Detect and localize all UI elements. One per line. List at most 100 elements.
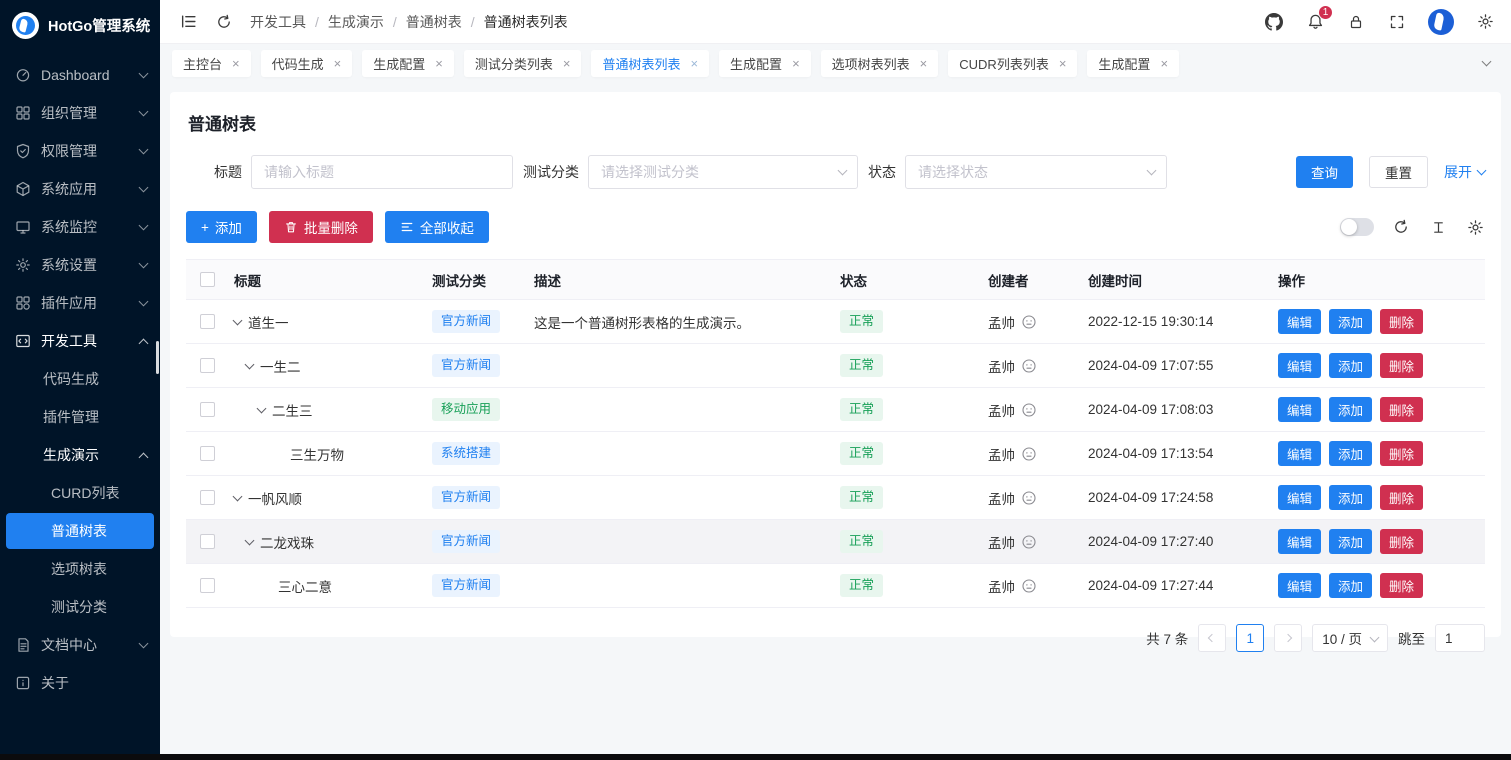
row-checkbox[interactable] <box>200 490 215 505</box>
row-checkbox[interactable] <box>200 358 215 373</box>
close-icon[interactable]: × <box>920 57 928 70</box>
edit-button[interactable]: 编辑 <box>1278 353 1321 378</box>
add-child-button[interactable]: 添加 <box>1329 529 1372 554</box>
collapse-row-icon[interactable] <box>233 315 243 325</box>
sidebar-item-system-app[interactable]: 系统应用 <box>0 170 160 208</box>
sidebar-item-permission[interactable]: 权限管理 <box>0 132 160 170</box>
sidebar-item-system-settings[interactable]: 系统设置 <box>0 246 160 284</box>
expand-filters-link[interactable]: 展开 <box>1444 162 1485 182</box>
edit-button[interactable]: 编辑 <box>1278 309 1321 334</box>
edit-button[interactable]: 编辑 <box>1278 529 1321 554</box>
github-button[interactable] <box>1264 12 1284 32</box>
sidebar-scrollbar[interactable] <box>156 341 159 374</box>
sidebar-item-normal-tree-table[interactable]: 普通树表 <box>6 513 154 549</box>
tab-cudr-list[interactable]: CUDR列表列表× <box>948 50 1077 77</box>
collapse-all-button[interactable]: 全部收起 <box>385 211 489 243</box>
sidebar-item-code-generation[interactable]: 代码生成 <box>0 360 160 398</box>
status-filter-select[interactable]: 请选择状态 <box>905 155 1167 189</box>
prev-page-button[interactable] <box>1198 624 1226 652</box>
delete-button[interactable]: 删除 <box>1380 397 1423 422</box>
page-reload-button[interactable] <box>214 12 234 32</box>
collapse-row-icon[interactable] <box>245 535 255 545</box>
delete-button[interactable]: 删除 <box>1380 309 1423 334</box>
sidebar-item-plugin-management[interactable]: 插件管理 <box>0 398 160 436</box>
row-checkbox[interactable] <box>200 578 215 593</box>
sidebar-item-plugin-app[interactable]: 插件应用 <box>0 284 160 322</box>
close-icon[interactable]: × <box>1059 57 1067 70</box>
tab-code-generation[interactable]: 代码生成× <box>261 50 353 77</box>
fullscreen-button[interactable] <box>1387 12 1407 32</box>
edit-button[interactable]: 编辑 <box>1278 573 1321 598</box>
tab-test-category-list[interactable]: 测试分类列表× <box>464 50 582 77</box>
sidebar-item-dashboard[interactable]: Dashboard <box>0 56 160 94</box>
user-avatar[interactable] <box>1428 9 1454 35</box>
collapse-row-icon[interactable] <box>245 359 255 369</box>
collapse-row-icon[interactable] <box>233 491 243 501</box>
category-filter-select[interactable]: 请选择测试分类 <box>588 155 858 189</box>
close-icon[interactable]: × <box>334 57 342 70</box>
tab-option-tree-list[interactable]: 选项树表列表× <box>821 50 939 77</box>
breadcrumb-item[interactable]: 生成演示 <box>328 12 384 32</box>
delete-button[interactable]: 删除 <box>1380 441 1423 466</box>
tab-normal-tree-list[interactable]: 普通树表列表× <box>591 50 709 77</box>
add-child-button[interactable]: 添加 <box>1329 441 1372 466</box>
delete-button[interactable]: 删除 <box>1380 529 1423 554</box>
tab-generate-config-3[interactable]: 生成配置× <box>1087 50 1179 77</box>
delete-button[interactable]: 删除 <box>1380 485 1423 510</box>
striped-toggle[interactable] <box>1340 218 1374 236</box>
column-settings-button[interactable] <box>1465 217 1485 237</box>
add-button[interactable]: + 添加 <box>186 211 257 243</box>
add-child-button[interactable]: 添加 <box>1329 573 1372 598</box>
add-child-button[interactable]: 添加 <box>1329 309 1372 334</box>
sidebar-item-system-monitor[interactable]: 系统监控 <box>0 208 160 246</box>
close-icon[interactable]: × <box>435 57 443 70</box>
close-icon[interactable]: × <box>690 57 698 70</box>
sidebar-collapse-button[interactable] <box>178 12 198 32</box>
close-icon[interactable]: × <box>563 57 571 70</box>
search-button[interactable]: 查询 <box>1296 156 1353 188</box>
row-checkbox[interactable] <box>200 314 215 329</box>
title-filter-input[interactable] <box>251 155 513 189</box>
select-all-checkbox[interactable] <box>200 272 215 287</box>
tabs-dropdown-button[interactable] <box>1473 61 1499 65</box>
collapse-row-icon[interactable] <box>257 403 267 413</box>
page-number-button[interactable]: 1 <box>1236 624 1264 652</box>
close-icon[interactable]: × <box>232 57 240 70</box>
sidebar-item-organization[interactable]: 组织管理 <box>0 94 160 132</box>
tab-console[interactable]: 主控台× <box>172 50 251 77</box>
sidebar-item-about[interactable]: 关于 <box>0 664 160 702</box>
sidebar-item-test-category[interactable]: 测试分类 <box>0 588 160 626</box>
add-child-button[interactable]: 添加 <box>1329 353 1372 378</box>
page-size-select[interactable]: 10 / 页 <box>1312 624 1388 652</box>
row-density-button[interactable] <box>1428 217 1448 237</box>
sidebar-item-generation-demo[interactable]: 生成演示 <box>0 436 160 474</box>
edit-button[interactable]: 编辑 <box>1278 485 1321 510</box>
add-child-button[interactable]: 添加 <box>1329 485 1372 510</box>
breadcrumb-item[interactable]: 开发工具 <box>250 12 306 32</box>
delete-button[interactable]: 删除 <box>1380 353 1423 378</box>
notification-button[interactable]: 1 <box>1305 12 1325 32</box>
add-child-button[interactable]: 添加 <box>1329 397 1372 422</box>
close-icon[interactable]: × <box>1160 57 1168 70</box>
row-checkbox[interactable] <box>200 402 215 417</box>
batch-delete-button[interactable]: 批量删除 <box>269 211 373 243</box>
edit-button[interactable]: 编辑 <box>1278 397 1321 422</box>
sidebar-item-option-tree-table[interactable]: 选项树表 <box>0 550 160 588</box>
close-icon[interactable]: × <box>792 57 800 70</box>
tab-generate-config-2[interactable]: 生成配置× <box>719 50 811 77</box>
breadcrumb-item[interactable]: 普通树表 <box>406 12 462 32</box>
jump-page-input[interactable] <box>1435 624 1485 652</box>
sidebar-item-doc-center[interactable]: 文档中心 <box>0 626 160 664</box>
edit-button[interactable]: 编辑 <box>1278 441 1321 466</box>
tab-generate-config-1[interactable]: 生成配置× <box>362 50 454 77</box>
row-checkbox[interactable] <box>200 446 215 461</box>
next-page-button[interactable] <box>1274 624 1302 652</box>
row-checkbox[interactable] <box>200 534 215 549</box>
sidebar-item-dev-tools[interactable]: 开发工具 <box>0 322 160 360</box>
reset-button[interactable]: 重置 <box>1369 156 1428 188</box>
sidebar-item-curd-list[interactable]: CURD列表 <box>0 474 160 512</box>
table-reload-button[interactable] <box>1391 217 1411 237</box>
lock-screen-button[interactable] <box>1346 12 1366 32</box>
delete-button[interactable]: 删除 <box>1380 573 1423 598</box>
layout-settings-button[interactable] <box>1475 12 1495 32</box>
